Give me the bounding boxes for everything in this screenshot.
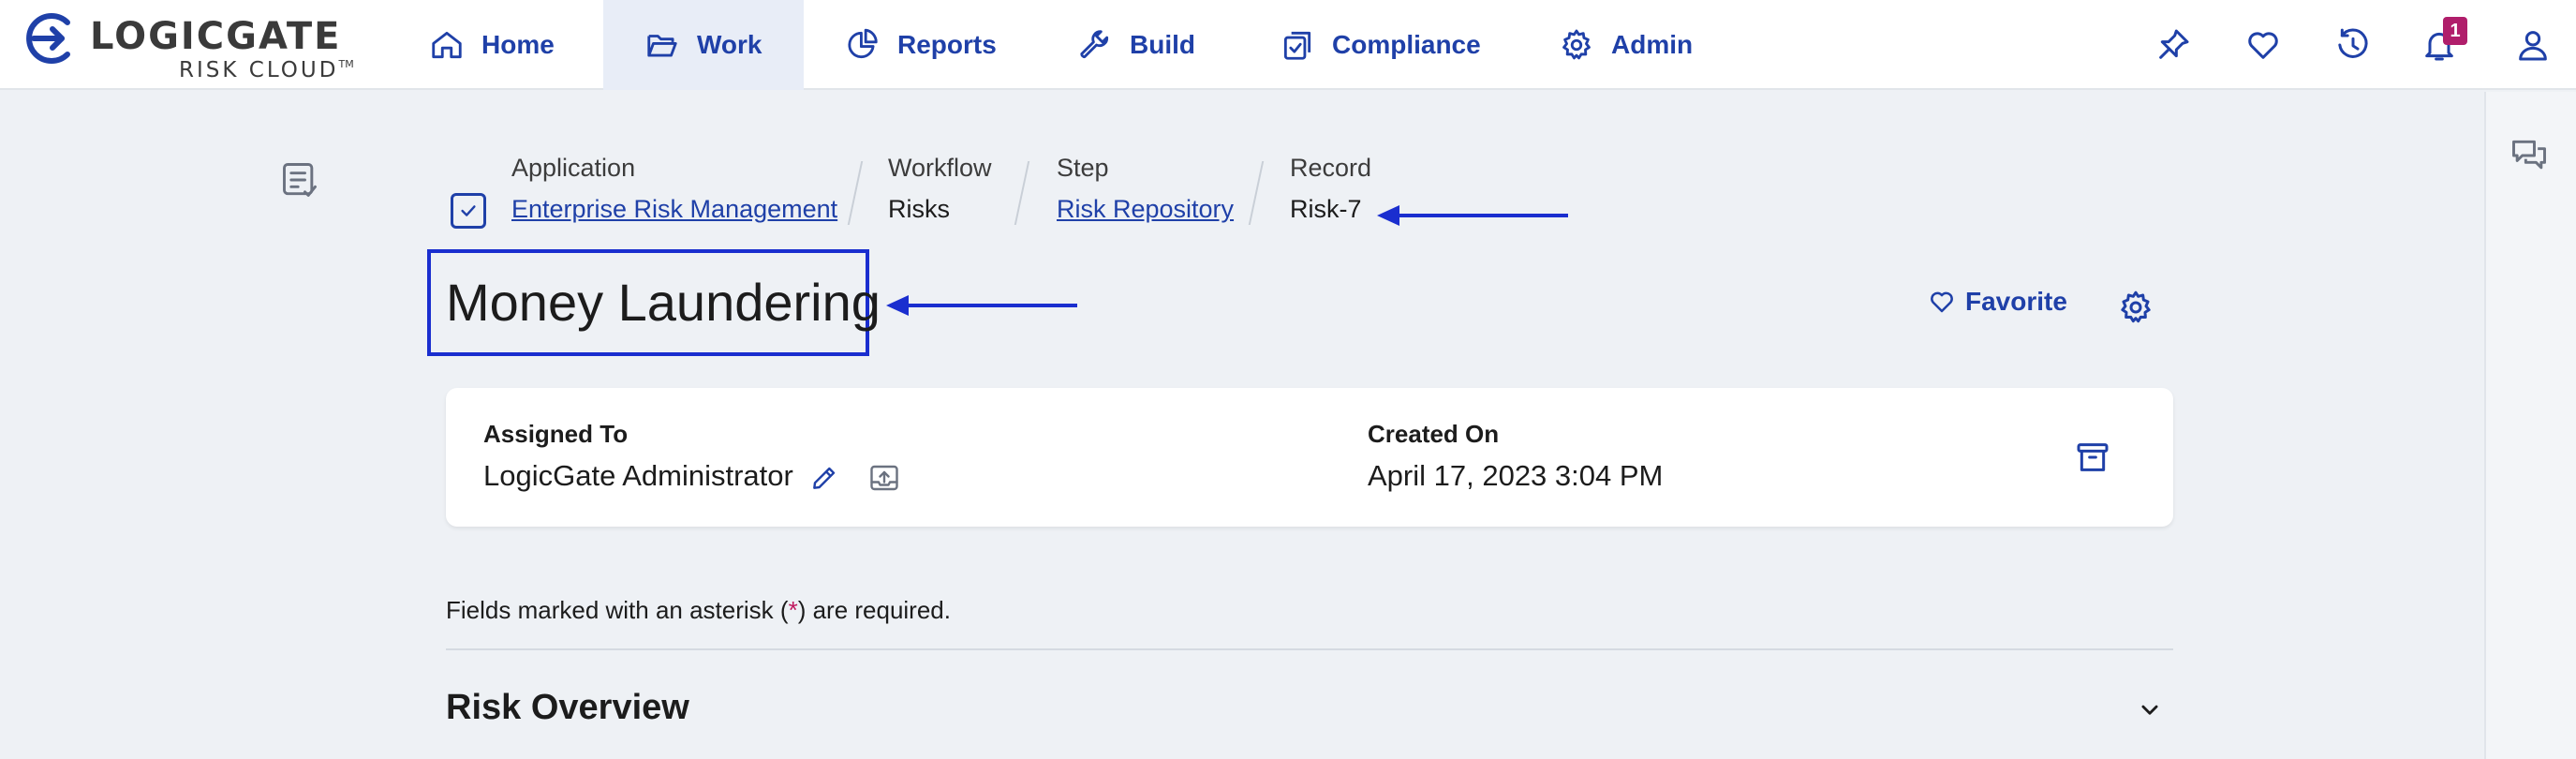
nav-work-label: Work	[697, 30, 762, 59]
breadcrumb-application-link[interactable]: Enterprise Risk Management	[511, 195, 837, 224]
top-navigation-bar: LOGICGATE RISK CLOUDTM Home Work Reports…	[0, 0, 2576, 90]
record-notes-icon[interactable]	[279, 159, 320, 201]
chevron-down-icon[interactable]	[2134, 693, 2166, 725]
nav-admin[interactable]: Admin	[1517, 0, 1734, 90]
annotation-arrow-record	[1377, 205, 1568, 226]
nav-admin-label: Admin	[1611, 30, 1694, 59]
breadcrumb-application-label: Application	[511, 154, 636, 182]
section-divider	[446, 648, 2173, 650]
nav-home-label: Home	[481, 30, 555, 59]
breadcrumb-separator	[847, 161, 864, 225]
gear-icon	[1562, 29, 1591, 60]
required-note-prefix: Fields marked with an asterisk (	[446, 596, 789, 624]
nav-build[interactable]: Build	[1036, 0, 1236, 90]
heart-icon	[1931, 291, 1953, 313]
breadcrumb-workflow-label: Workflow	[888, 154, 992, 182]
wrench-icon	[1080, 30, 1109, 59]
breadcrumb-separator	[1248, 161, 1265, 225]
compliance-check-icon	[1283, 31, 1311, 60]
nav-home[interactable]: Home	[388, 0, 596, 90]
created-on-value: April 17, 2023 3:04 PM	[1368, 459, 1664, 492]
created-on-label: Created On	[1368, 420, 1500, 448]
record-settings-gear-icon[interactable]	[2117, 289, 2154, 326]
folder-open-icon	[647, 35, 677, 57]
comments-icon[interactable]	[2509, 135, 2550, 176]
home-icon	[432, 31, 462, 59]
pie-chart-icon	[848, 28, 878, 59]
pin-icon[interactable]	[2154, 26, 2192, 64]
right-side-panel	[2484, 92, 2576, 759]
breadcrumb-record-label: Record	[1290, 154, 1372, 182]
breadcrumb-workflow-value: Risks	[888, 195, 950, 223]
logo-subtext: RISK CLOUDTM	[179, 58, 354, 82]
logo-trademark: TM	[338, 58, 354, 70]
logicgate-logo[interactable]: LOGICGATE RISK CLOUDTM	[24, 11, 354, 84]
assigned-to-value: LogicGate Administrator	[483, 459, 793, 492]
breadcrumb-record-value: Risk-7	[1290, 195, 1362, 223]
required-asterisk: *	[788, 596, 798, 624]
breadcrumb-step-link[interactable]: Risk Repository	[1057, 195, 1234, 224]
required-note-suffix: ) are required.	[797, 596, 951, 624]
nav-reports-label: Reports	[897, 30, 997, 59]
logo-text: LOGICGATE	[90, 15, 342, 58]
record-title: Money Laundering	[446, 273, 881, 332]
nav-compliance[interactable]: Compliance	[1238, 0, 1522, 90]
user-icon[interactable]	[2514, 26, 2552, 64]
checkmark-icon	[461, 205, 476, 216]
reassign-upload-icon[interactable]	[867, 461, 901, 495]
nav-build-label: Build	[1130, 30, 1195, 59]
nav-reports[interactable]: Reports	[804, 0, 1038, 90]
breadcrumb-separator	[1014, 161, 1030, 225]
annotation-arrow-title	[886, 295, 1077, 316]
logo-subtext-label: RISK CLOUD	[179, 58, 339, 82]
application-icon	[451, 193, 486, 229]
nav-compliance-label: Compliance	[1332, 30, 1481, 59]
history-icon[interactable]	[2334, 26, 2372, 64]
archive-icon[interactable]	[2074, 439, 2111, 476]
edit-pencil-icon[interactable]	[809, 463, 839, 493]
logicgate-logo-mark-icon	[26, 13, 70, 64]
breadcrumb-step-label: Step	[1057, 154, 1109, 182]
required-fields-note: Fields marked with an asterisk (*) are r…	[446, 596, 951, 625]
nav-work[interactable]: Work	[603, 0, 804, 90]
notification-count-badge: 1	[2443, 17, 2467, 45]
favorite-button[interactable]: Favorite	[1928, 287, 2067, 317]
assigned-to-label: Assigned To	[483, 420, 629, 448]
heart-icon[interactable]	[2244, 26, 2282, 64]
section-title-risk-overview[interactable]: Risk Overview	[446, 688, 689, 728]
record-summary-card: Assigned To LogicGate Administrator Crea…	[446, 388, 2173, 527]
favorite-label: Favorite	[1965, 287, 2067, 316]
